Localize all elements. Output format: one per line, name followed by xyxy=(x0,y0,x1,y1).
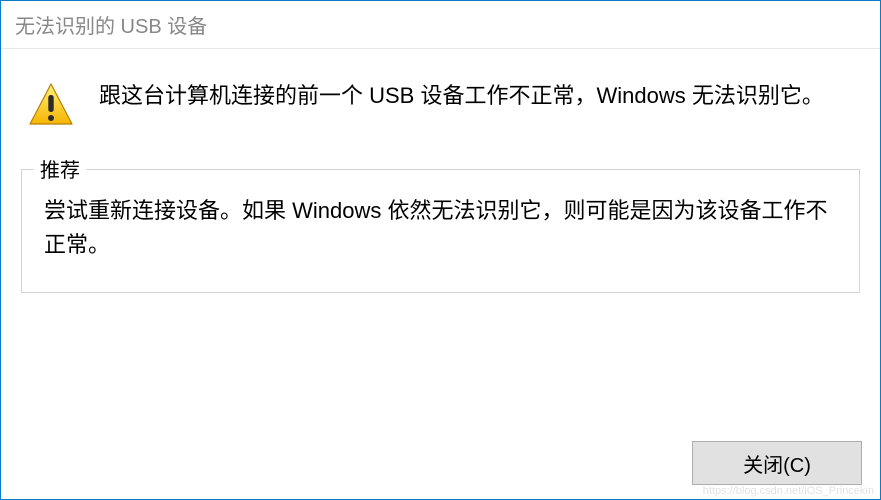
warning-icon xyxy=(27,81,75,129)
titlebar: 无法识别的 USB 设备 xyxy=(1,1,880,49)
dialog-title: 无法识别的 USB 设备 xyxy=(15,10,207,39)
close-button[interactable]: 关闭(C) xyxy=(692,441,862,485)
message-text: 跟这台计算机连接的前一个 USB 设备工作不正常，Windows 无法识别它。 xyxy=(99,79,824,113)
message-row: 跟这台计算机连接的前一个 USB 设备工作不正常，Windows 无法识别它。 xyxy=(21,79,860,129)
dialog-content: 跟这台计算机连接的前一个 USB 设备工作不正常，Windows 无法识别它。 … xyxy=(1,49,880,499)
recommendation-text: 尝试重新连接设备。如果 Windows 依然无法识别它，则可能是因为该设备工作不… xyxy=(44,194,837,262)
dialog-window: 无法识别的 USB 设备 跟这台计算机连接的前一个 USB 设备工作不正常， xyxy=(0,0,881,500)
recommendation-legend: 推荐 xyxy=(34,154,86,183)
recommendation-group: 推荐 尝试重新连接设备。如果 Windows 依然无法识别它，则可能是因为该设备… xyxy=(21,169,860,293)
dialog-footer: 关闭(C) xyxy=(692,441,862,485)
